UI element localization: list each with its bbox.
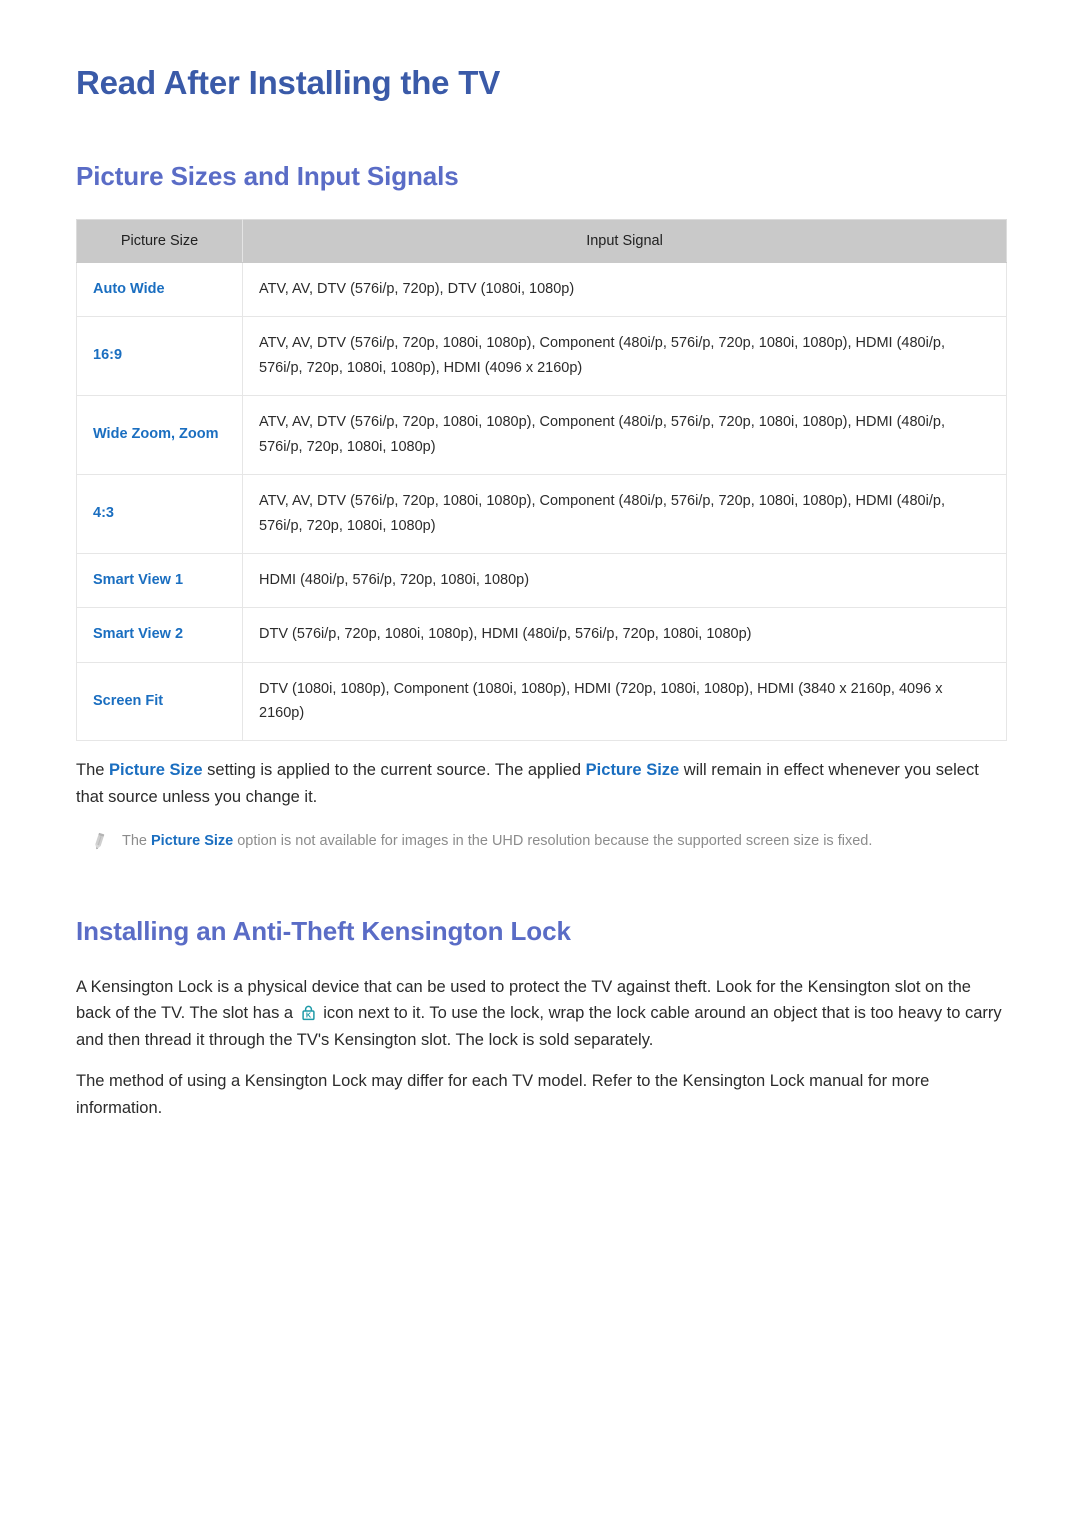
picture-size-label: Smart View 2 bbox=[76, 607, 243, 663]
input-signal-value: ATV, AV, DTV (576i/p, 720p, 1080i, 1080p… bbox=[242, 473, 1007, 554]
note-text-part: option is not available for images in th… bbox=[233, 832, 873, 849]
document-page: Read After Installing the TV Picture Siz… bbox=[0, 0, 1080, 1527]
note-text: The Picture Size option is not available… bbox=[122, 829, 872, 853]
picture-size-label: 4:3 bbox=[76, 473, 243, 554]
note-text-part: The bbox=[122, 832, 152, 849]
page-title: Read After Installing the TV bbox=[76, 64, 501, 101]
keyword-picture-size: Picture Size bbox=[109, 761, 203, 780]
keyword-picture-size: Picture Size bbox=[151, 832, 234, 849]
kensington-paragraph-1: A Kensington Lock is a physical device t… bbox=[76, 948, 1006, 1054]
picture-size-label: Smart View 1 bbox=[76, 552, 243, 609]
input-signal-value: HDMI (480i/p, 576i/p, 720p, 1080i, 1080p… bbox=[242, 552, 1007, 609]
picture-size-label: Auto Wide bbox=[76, 261, 243, 318]
paragraph-text-part: setting is applied to the current source… bbox=[202, 761, 586, 780]
table-row: 16:9 ATV, AV, DTV (576i/p, 720p, 1080i, … bbox=[76, 316, 1007, 396]
input-signal-value: ATV, AV, DTV (576i/p, 720p, 1080i, 1080p… bbox=[242, 395, 1007, 475]
kensington-paragraph-2: The method of using a Kensington Lock ma… bbox=[76, 1071, 930, 1117]
note-block: The Picture Size option is not available… bbox=[76, 811, 1006, 853]
pencil-icon bbox=[90, 832, 108, 852]
table-row: Smart View 2 DTV (576i/p, 720p, 1080i, 1… bbox=[76, 607, 1007, 663]
input-signal-value: ATV, AV, DTV (576i/p, 720p, 1080i, 1080p… bbox=[242, 316, 1007, 396]
picture-size-paragraph: The Picture Size setting is applied to t… bbox=[76, 741, 1006, 810]
table-row: Smart View 1 HDMI (480i/p, 576i/p, 720p,… bbox=[76, 552, 1007, 609]
section-heading-picture-sizes: Picture Sizes and Input Signals bbox=[76, 161, 459, 192]
svg-text:K: K bbox=[306, 1011, 312, 1020]
paragraph-text-part: The bbox=[76, 761, 110, 780]
column-header-input-signal: Input Signal bbox=[242, 218, 1007, 263]
keyword-picture-size: Picture Size bbox=[585, 761, 680, 780]
picture-size-label: Wide Zoom, Zoom bbox=[76, 395, 243, 475]
input-signal-value: ATV, AV, DTV (576i/p, 720p), DTV (1080i,… bbox=[242, 261, 1007, 318]
input-signal-value: DTV (576i/p, 720p, 1080i, 1080p), HDMI (… bbox=[242, 607, 1007, 663]
table-row: 4:3 ATV, AV, DTV (576i/p, 720p, 1080i, 1… bbox=[76, 473, 1007, 554]
table-header-row: Picture Size Input Signal bbox=[76, 218, 1007, 263]
picture-size-input-signal-table: Picture Size Input Signal Auto Wide ATV,… bbox=[76, 218, 1007, 742]
table-row: Wide Zoom, Zoom ATV, AV, DTV (576i/p, 72… bbox=[76, 395, 1007, 475]
input-signal-value: DTV (1080i, 1080p), Component (1080i, 10… bbox=[242, 661, 1007, 742]
section-heading-kensington-lock: Installing an Anti-Theft Kensington Lock bbox=[76, 916, 571, 947]
picture-size-label: 16:9 bbox=[76, 316, 243, 396]
table-row: Auto Wide ATV, AV, DTV (576i/p, 720p), D… bbox=[76, 261, 1007, 318]
kensington-lock-icon: K bbox=[300, 1003, 317, 1021]
table-row: Screen Fit DTV (1080i, 1080p), Component… bbox=[76, 661, 1007, 742]
column-header-picture-size: Picture Size bbox=[76, 218, 243, 263]
picture-size-label: Screen Fit bbox=[76, 661, 243, 742]
